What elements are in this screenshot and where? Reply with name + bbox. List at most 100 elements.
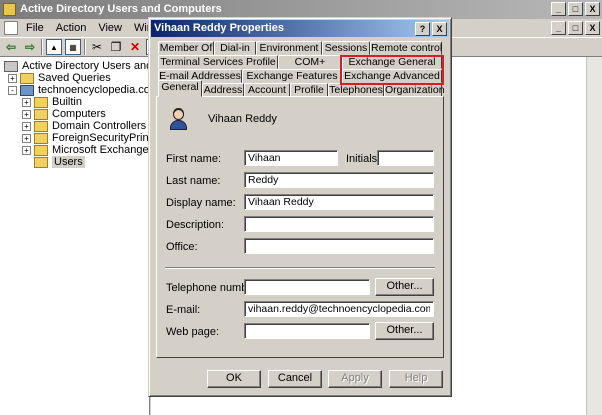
tab-account[interactable]: Account: [244, 83, 290, 97]
forward-arrow-icon[interactable]: ⇨: [22, 39, 38, 55]
email-field[interactable]: [244, 301, 434, 317]
collapse-icon[interactable]: -: [8, 85, 17, 95]
tab-remote-control[interactable]: Remote control: [370, 41, 442, 55]
web-page-other-button[interactable]: Other...: [375, 322, 434, 340]
tree-item-domain-controllers[interactable]: + Domain Controllers: [22, 120, 146, 132]
tab-sessions[interactable]: Sessions: [322, 41, 370, 55]
maximize-button[interactable]: □: [568, 2, 583, 16]
tree-item-exchange-security[interactable]: + Microsoft Exchange Securit: [22, 144, 149, 156]
email-label: E-mail:: [166, 304, 201, 316]
tab-terminal-services-profile[interactable]: Terminal Services Profile: [158, 55, 278, 69]
folder-icon: [34, 96, 48, 108]
tree-item-foreign-security-principals[interactable]: + ForeignSecurityPrincipals: [22, 132, 149, 144]
exchange-tabs-highlight: [340, 55, 444, 85]
document-icon[interactable]: [4, 21, 18, 35]
user-display-header: Vihaan Reddy: [208, 113, 277, 125]
expand-icon[interactable]: +: [22, 97, 31, 107]
tree-item-label: ForeignSecurityPrincipals: [52, 132, 149, 144]
tab-organization[interactable]: Organization: [384, 83, 445, 97]
tree-item-label: Saved Queries: [38, 72, 111, 84]
last-name-label: Last name:: [166, 175, 221, 187]
tree-item-label: Users: [52, 156, 85, 168]
tree-item-label: Active Directory Users and Comput: [22, 60, 149, 72]
office-field[interactable]: [244, 238, 434, 254]
tab-com-plus[interactable]: COM+: [278, 55, 342, 69]
folder-icon: [34, 120, 48, 132]
mdi-restore-button[interactable]: □: [568, 21, 583, 35]
ad-root-icon: [4, 60, 18, 72]
cancel-button[interactable]: Cancel: [268, 370, 322, 388]
tab-telephones[interactable]: Telephones: [328, 83, 384, 97]
telephone-field[interactable]: [244, 279, 370, 295]
first-name-field[interactable]: [244, 150, 338, 166]
copy-icon[interactable]: ❐: [108, 39, 124, 55]
tree-item-users[interactable]: Users: [34, 156, 85, 168]
mdi-close-button[interactable]: X: [585, 21, 600, 35]
tree-item-computers[interactable]: + Computers: [22, 108, 106, 120]
up-folder-icon[interactable]: ▲: [46, 39, 62, 55]
last-name-field[interactable]: [244, 172, 434, 188]
tab-general[interactable]: General: [158, 80, 202, 97]
tab-profile[interactable]: Profile: [290, 83, 328, 97]
tree-item-saved-queries[interactable]: + Saved Queries: [8, 72, 111, 84]
minimize-button[interactable]: _: [551, 2, 566, 16]
description-label: Description:: [166, 219, 225, 231]
mdi-minimize-button[interactable]: _: [551, 21, 566, 35]
first-name-label: First name:: [166, 153, 222, 165]
folder-icon: [34, 144, 48, 156]
menu-file[interactable]: File: [20, 19, 50, 37]
office-label: Office:: [166, 241, 198, 253]
dialog-title: Vihaan Reddy Properties: [154, 22, 285, 34]
tree-item-label: technoencyclopedia.com: [38, 84, 150, 96]
back-arrow-icon[interactable]: ⇦: [3, 39, 19, 55]
menu-view[interactable]: View: [92, 19, 128, 37]
console-tree-icon[interactable]: ▦: [65, 39, 81, 55]
ad-users-app-icon: [3, 3, 16, 16]
cut-icon[interactable]: ✂: [89, 39, 105, 55]
apply-button[interactable]: Apply: [328, 370, 382, 388]
initials-label: Initials:: [346, 153, 381, 165]
close-button[interactable]: X: [585, 2, 600, 16]
tab-environment[interactable]: Environment: [256, 41, 322, 55]
ok-button[interactable]: OK: [207, 370, 261, 388]
folder-icon: [20, 72, 34, 84]
toolbar-separator: [41, 39, 43, 55]
expand-icon[interactable]: +: [8, 73, 17, 83]
tab-exchange-features[interactable]: Exchange Features: [242, 69, 342, 83]
expand-icon[interactable]: +: [22, 109, 31, 119]
initials-field[interactable]: [377, 150, 434, 166]
help-context-button[interactable]: ?: [415, 22, 430, 36]
user-icon: [168, 108, 190, 130]
details-scrollbar[interactable]: [586, 57, 602, 415]
console-tree[interactable]: Active Directory Users and Comput + Save…: [0, 57, 150, 415]
section-divider: [165, 267, 435, 269]
main-window-title: Active Directory Users and Computers: [20, 3, 222, 15]
tree-item-domain[interactable]: - technoencyclopedia.com: [8, 84, 150, 96]
help-button[interactable]: Help: [389, 370, 443, 388]
folder-icon: [34, 132, 48, 144]
domain-icon: [20, 84, 34, 96]
expand-icon[interactable]: +: [22, 121, 31, 131]
description-field[interactable]: [244, 216, 434, 232]
display-name-field[interactable]: [244, 194, 434, 210]
dialog-close-button[interactable]: X: [432, 22, 447, 36]
tree-item-label: Microsoft Exchange Securit: [52, 144, 149, 156]
display-name-label: Display name:: [166, 197, 236, 209]
expand-icon[interactable]: +: [22, 145, 31, 155]
folder-icon: [34, 156, 48, 168]
web-page-field[interactable]: [244, 323, 370, 339]
delete-icon[interactable]: ✕: [127, 39, 143, 55]
tree-item-builtin[interactable]: + Builtin: [22, 96, 82, 108]
folder-icon: [34, 108, 48, 120]
tree-item[interactable]: Active Directory Users and Comput: [4, 60, 149, 72]
dialog-title-bar: Vihaan Reddy Properties: [151, 20, 449, 37]
menu-action[interactable]: Action: [50, 19, 93, 37]
tab-member-of[interactable]: Member Of: [158, 41, 214, 55]
expand-icon[interactable]: +: [22, 133, 31, 143]
tab-address[interactable]: Address: [202, 83, 244, 97]
tree-item-label: Domain Controllers: [52, 120, 147, 132]
web-page-label: Web page:: [166, 326, 220, 338]
telephone-other-button[interactable]: Other...: [375, 278, 434, 296]
tab-dial-in[interactable]: Dial-in: [214, 41, 256, 55]
tree-item-label: Builtin: [52, 96, 82, 108]
